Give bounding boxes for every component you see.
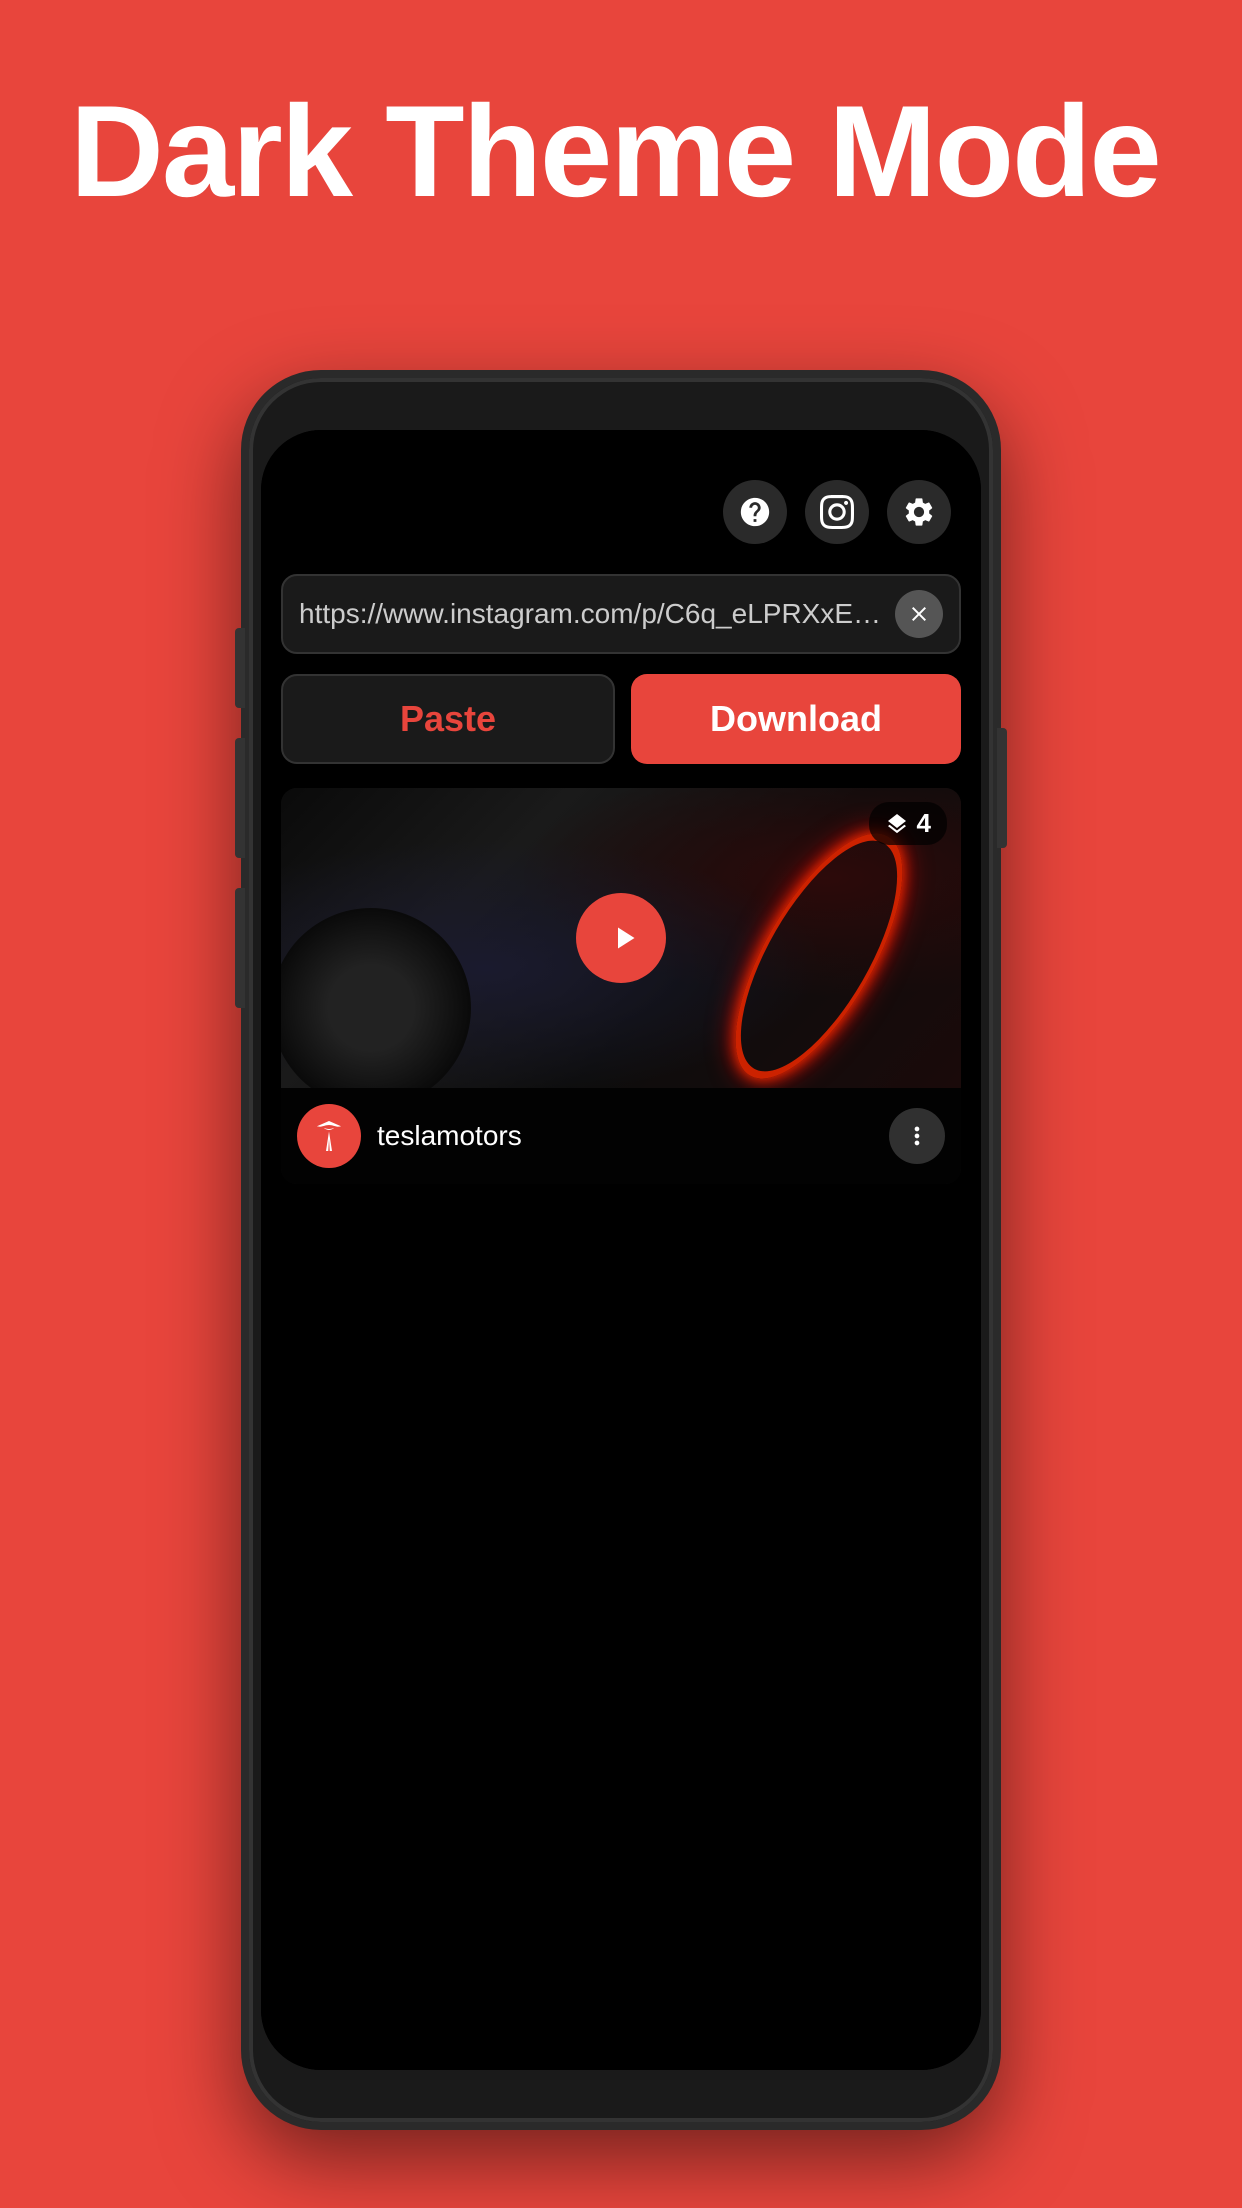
phone-container: https://www.instagram.com/p/C6q_eLPRXxE/… <box>241 370 1001 2130</box>
url-clear-button[interactable] <box>895 590 943 638</box>
close-icon <box>907 602 931 626</box>
user-info: teslamotors <box>297 1104 522 1168</box>
url-text: https://www.instagram.com/p/C6q_eLPRXxE/… <box>299 598 885 630</box>
play-button[interactable] <box>576 893 666 983</box>
media-thumbnail: 4 <box>281 788 961 1088</box>
url-input-bar[interactable]: https://www.instagram.com/p/C6q_eLPRXxE/… <box>281 574 961 654</box>
tesla-logo-icon <box>311 1118 347 1154</box>
instagram-icon <box>820 495 854 529</box>
help-icon <box>738 495 772 529</box>
media-card: 4 <box>281 788 961 1184</box>
instagram-button[interactable] <box>805 480 869 544</box>
more-dots-icon <box>903 1122 931 1150</box>
user-avatar <box>297 1104 361 1168</box>
mute-button <box>235 888 245 1008</box>
power-button <box>997 728 1007 848</box>
more-options-button[interactable] <box>889 1108 945 1164</box>
volume-down-button <box>235 738 245 858</box>
phone-notch <box>541 430 701 466</box>
multi-badge: 4 <box>869 802 947 845</box>
settings-button[interactable] <box>887 480 951 544</box>
help-button[interactable] <box>723 480 787 544</box>
layers-icon <box>885 812 909 836</box>
settings-icon <box>902 495 936 529</box>
download-button[interactable]: Download <box>631 674 961 764</box>
username: teslamotors <box>377 1120 522 1152</box>
action-buttons: Paste Download <box>281 674 961 764</box>
app-content: https://www.instagram.com/p/C6q_eLPRXxE/… <box>261 430 981 2070</box>
badge-count: 4 <box>917 808 931 839</box>
top-icons-bar <box>281 480 961 544</box>
phone-screen: https://www.instagram.com/p/C6q_eLPRXxE/… <box>261 430 981 2070</box>
volume-up-button <box>235 628 245 708</box>
play-icon <box>606 920 642 956</box>
paste-button[interactable]: Paste <box>281 674 615 764</box>
page-title: Dark Theme Mode <box>70 80 1172 223</box>
card-bottom: teslamotors <box>281 1088 961 1184</box>
